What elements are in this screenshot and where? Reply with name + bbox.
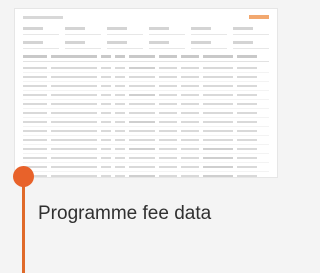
table-row: [23, 82, 269, 91]
thumbnail-title-placeholder: [23, 16, 63, 19]
table-row: [23, 127, 269, 136]
table-row: [23, 100, 269, 109]
timeline-line: [22, 176, 25, 273]
table-row: [23, 64, 269, 73]
table-row: [23, 118, 269, 127]
timeline-marker: [13, 166, 34, 187]
thumbnail-logo: [249, 15, 269, 19]
table-row: [23, 172, 269, 177]
table-row: [23, 136, 269, 145]
card-caption[interactable]: Programme fee data: [38, 201, 238, 226]
table-row: [23, 163, 269, 172]
table-row: [23, 154, 269, 163]
table-row: [23, 91, 269, 100]
table-row: [23, 109, 269, 118]
report-thumbnail[interactable]: [14, 8, 278, 178]
filter-row: [23, 39, 269, 49]
filter-row: [23, 25, 269, 35]
thumbnail-data-table: [23, 55, 269, 177]
table-row: [23, 145, 269, 154]
table-header: [23, 55, 269, 62]
table-row: [23, 73, 269, 82]
